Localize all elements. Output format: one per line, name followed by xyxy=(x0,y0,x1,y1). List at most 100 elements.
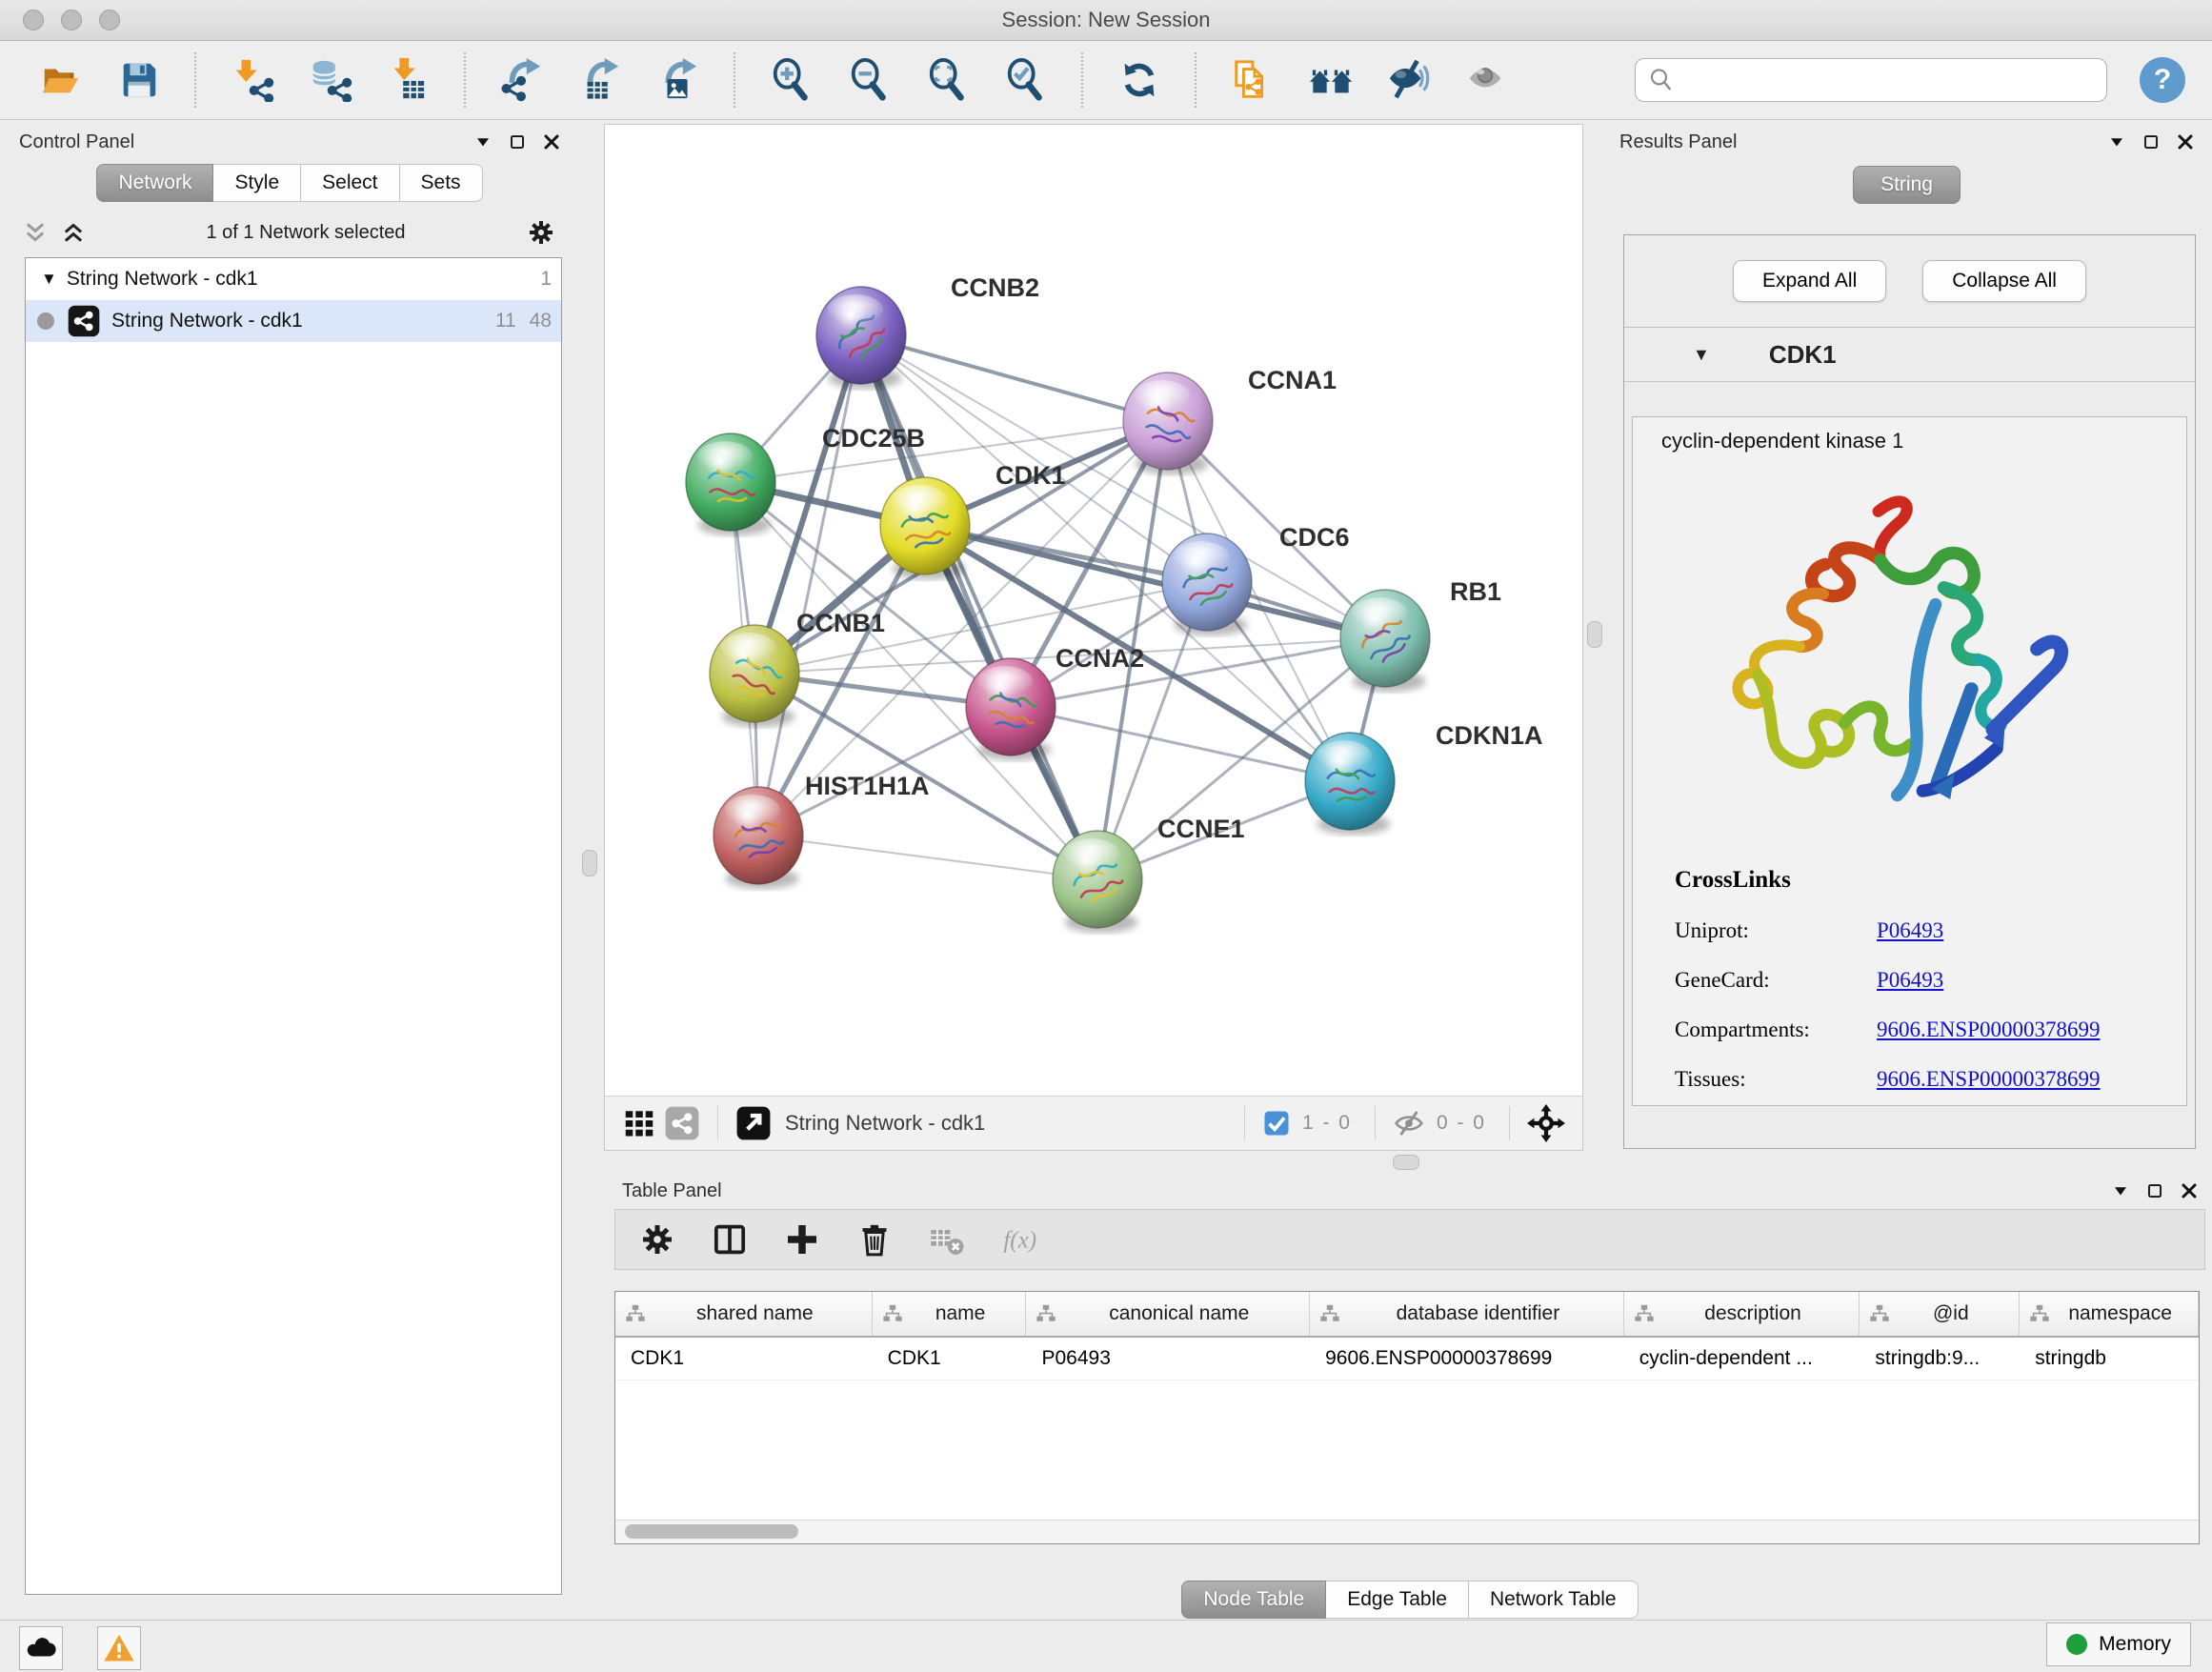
birdseye-pan-icon[interactable] xyxy=(1527,1104,1565,1142)
column-header-id[interactable]: @id xyxy=(1860,1292,2020,1336)
table-settings-button[interactable] xyxy=(634,1217,680,1262)
table-cell[interactable]: cyclin-dependent ... xyxy=(1624,1338,1860,1380)
network-canvas[interactable]: CCNB2CCNA1CDC25BCDK1CDC6RB1CCNB1CCNA2CDK… xyxy=(605,125,1582,1095)
import-network-database-button[interactable] xyxy=(305,54,356,106)
import-table-file-button[interactable] xyxy=(383,54,434,106)
collection-expand-caret[interactable]: ▼ xyxy=(41,270,57,289)
export-image-button[interactable] xyxy=(653,54,704,106)
zoom-out-button[interactable] xyxy=(844,54,895,106)
zoom-in-button[interactable] xyxy=(766,54,817,106)
network-edge[interactable] xyxy=(758,335,861,836)
network-node-CCNA1[interactable] xyxy=(1123,373,1213,474)
network-node-RB1[interactable] xyxy=(1340,590,1430,692)
float-panel-icon[interactable] xyxy=(509,133,526,151)
collapse-all-networks-icon[interactable] xyxy=(23,220,48,245)
network-node-CCNE1[interactable] xyxy=(1053,831,1142,933)
network-node-CCNB2[interactable] xyxy=(816,287,906,389)
column-header-description[interactable]: description xyxy=(1624,1292,1860,1336)
tab-select[interactable]: Select xyxy=(301,164,399,202)
table-cell[interactable]: 9606.ENSP00000378699 xyxy=(1310,1338,1624,1380)
network-node-CDC25B[interactable] xyxy=(686,433,775,535)
close-panel-icon[interactable] xyxy=(543,133,560,151)
network-node-CDKN1A[interactable] xyxy=(1305,733,1395,835)
network-node-CCNA2[interactable] xyxy=(966,658,1056,760)
panel-menu-icon[interactable] xyxy=(2112,1182,2129,1199)
column-header-database-identifier[interactable]: database identifier xyxy=(1310,1292,1624,1336)
expand-all-button[interactable]: Expand All xyxy=(1733,260,1886,302)
table-cell[interactable]: stringdb:9... xyxy=(1860,1338,2020,1380)
memory-button[interactable]: Memory xyxy=(2046,1622,2191,1666)
float-panel-icon[interactable] xyxy=(2142,133,2160,151)
scrollbar-thumb[interactable] xyxy=(625,1524,798,1539)
crosslink-link[interactable]: P06493 xyxy=(1877,968,1943,993)
delete-column-button[interactable] xyxy=(852,1217,897,1262)
search-input[interactable] xyxy=(1676,61,2106,99)
horizontal-splitter-handle[interactable] xyxy=(1393,1155,1419,1170)
network-node-CDK1[interactable] xyxy=(880,477,970,579)
tab-string[interactable]: String xyxy=(1853,166,1961,204)
crosslink-link[interactable]: 9606.ENSP00000378699 xyxy=(1877,1067,2101,1092)
export-network-button[interactable] xyxy=(496,54,548,106)
close-panel-icon[interactable] xyxy=(2177,133,2194,151)
hidden-elements-icon[interactable] xyxy=(1393,1107,1425,1139)
string-home-button[interactable] xyxy=(1305,54,1357,106)
gene-section-header[interactable]: ▼ CDK1 xyxy=(1624,328,2195,382)
column-header-shared-name[interactable]: shared name xyxy=(615,1292,873,1336)
table-cell[interactable]: CDK1 xyxy=(615,1338,873,1380)
network-edge[interactable] xyxy=(1011,707,1350,781)
network-overview-icon[interactable] xyxy=(664,1105,700,1141)
table-cell[interactable]: CDK1 xyxy=(873,1338,1027,1380)
table-cell[interactable]: P06493 xyxy=(1026,1338,1310,1380)
column-header-canonical-name[interactable]: canonical name xyxy=(1026,1292,1310,1336)
cloud-button[interactable] xyxy=(19,1626,63,1670)
create-column-button[interactable] xyxy=(779,1217,825,1262)
table-cell[interactable]: stringdb xyxy=(2020,1338,2199,1380)
update-button[interactable] xyxy=(1114,54,1165,106)
float-panel-icon[interactable] xyxy=(2146,1182,2163,1199)
delete-table-button[interactable] xyxy=(924,1217,970,1262)
network-node-CDC6[interactable] xyxy=(1162,534,1252,635)
network-collection-row[interactable]: ▼ String Network - cdk1 1 xyxy=(26,258,561,300)
warnings-button[interactable] xyxy=(97,1626,141,1670)
clone-network-button[interactable] xyxy=(1227,54,1278,106)
expand-all-networks-icon[interactable] xyxy=(61,220,86,245)
panel-menu-icon[interactable] xyxy=(474,133,492,151)
show-glass-effect-button[interactable] xyxy=(1461,54,1513,106)
network-node-CCNB1[interactable] xyxy=(710,625,799,727)
close-panel-icon[interactable] xyxy=(2181,1182,2198,1199)
hide-glass-effect-button[interactable] xyxy=(1383,54,1435,106)
show-columns-button[interactable] xyxy=(707,1217,753,1262)
import-network-file-button[interactable] xyxy=(227,54,278,106)
save-session-button[interactable] xyxy=(113,54,165,106)
zoom-selected-button[interactable] xyxy=(1000,54,1052,106)
right-splitter-handle[interactable] xyxy=(1587,621,1602,648)
left-splitter-handle[interactable] xyxy=(582,850,597,876)
tab-network[interactable]: Network xyxy=(96,164,213,202)
tab-edge-table[interactable]: Edge Table xyxy=(1326,1581,1469,1619)
network-edge[interactable] xyxy=(758,836,1097,879)
section-expand-caret[interactable]: ▼ xyxy=(1693,345,1710,365)
tab-node-table[interactable]: Node Table xyxy=(1181,1581,1326,1619)
open-file-button[interactable] xyxy=(35,54,87,106)
collapse-all-button[interactable]: Collapse All xyxy=(1922,260,2086,302)
function-builder-button[interactable]: f(x) xyxy=(996,1217,1042,1262)
tab-sets[interactable]: Sets xyxy=(400,164,483,202)
crosslink-link[interactable]: 9606.ENSP00000378699 xyxy=(1877,1017,2101,1042)
selected-nodes-checkbox[interactable] xyxy=(1262,1109,1291,1138)
network-options-gear-icon[interactable] xyxy=(526,217,556,248)
help-button[interactable]: ? xyxy=(2140,57,2185,103)
zoom-fit-button[interactable] xyxy=(922,54,974,106)
column-header-name[interactable]: name xyxy=(873,1292,1027,1336)
tab-network-table[interactable]: Network Table xyxy=(1469,1581,1639,1619)
table-horizontal-scrollbar[interactable] xyxy=(615,1520,2199,1543)
grid-view-icon[interactable] xyxy=(622,1106,656,1140)
network-node-HIST1H1A[interactable] xyxy=(714,787,803,889)
network-row-selected[interactable]: String Network - cdk1 11 48 xyxy=(26,300,561,342)
tab-style[interactable]: Style xyxy=(213,164,301,202)
table-row[interactable]: CDK1CDK1P064939606.ENSP00000378699cyclin… xyxy=(615,1338,2199,1380)
column-header-namespace[interactable]: namespace xyxy=(2020,1292,2199,1336)
detach-view-icon[interactable] xyxy=(735,1105,772,1141)
panel-menu-icon[interactable] xyxy=(2108,133,2125,151)
export-table-button[interactable] xyxy=(574,54,626,106)
crosslink-link[interactable]: P06493 xyxy=(1877,918,1943,943)
